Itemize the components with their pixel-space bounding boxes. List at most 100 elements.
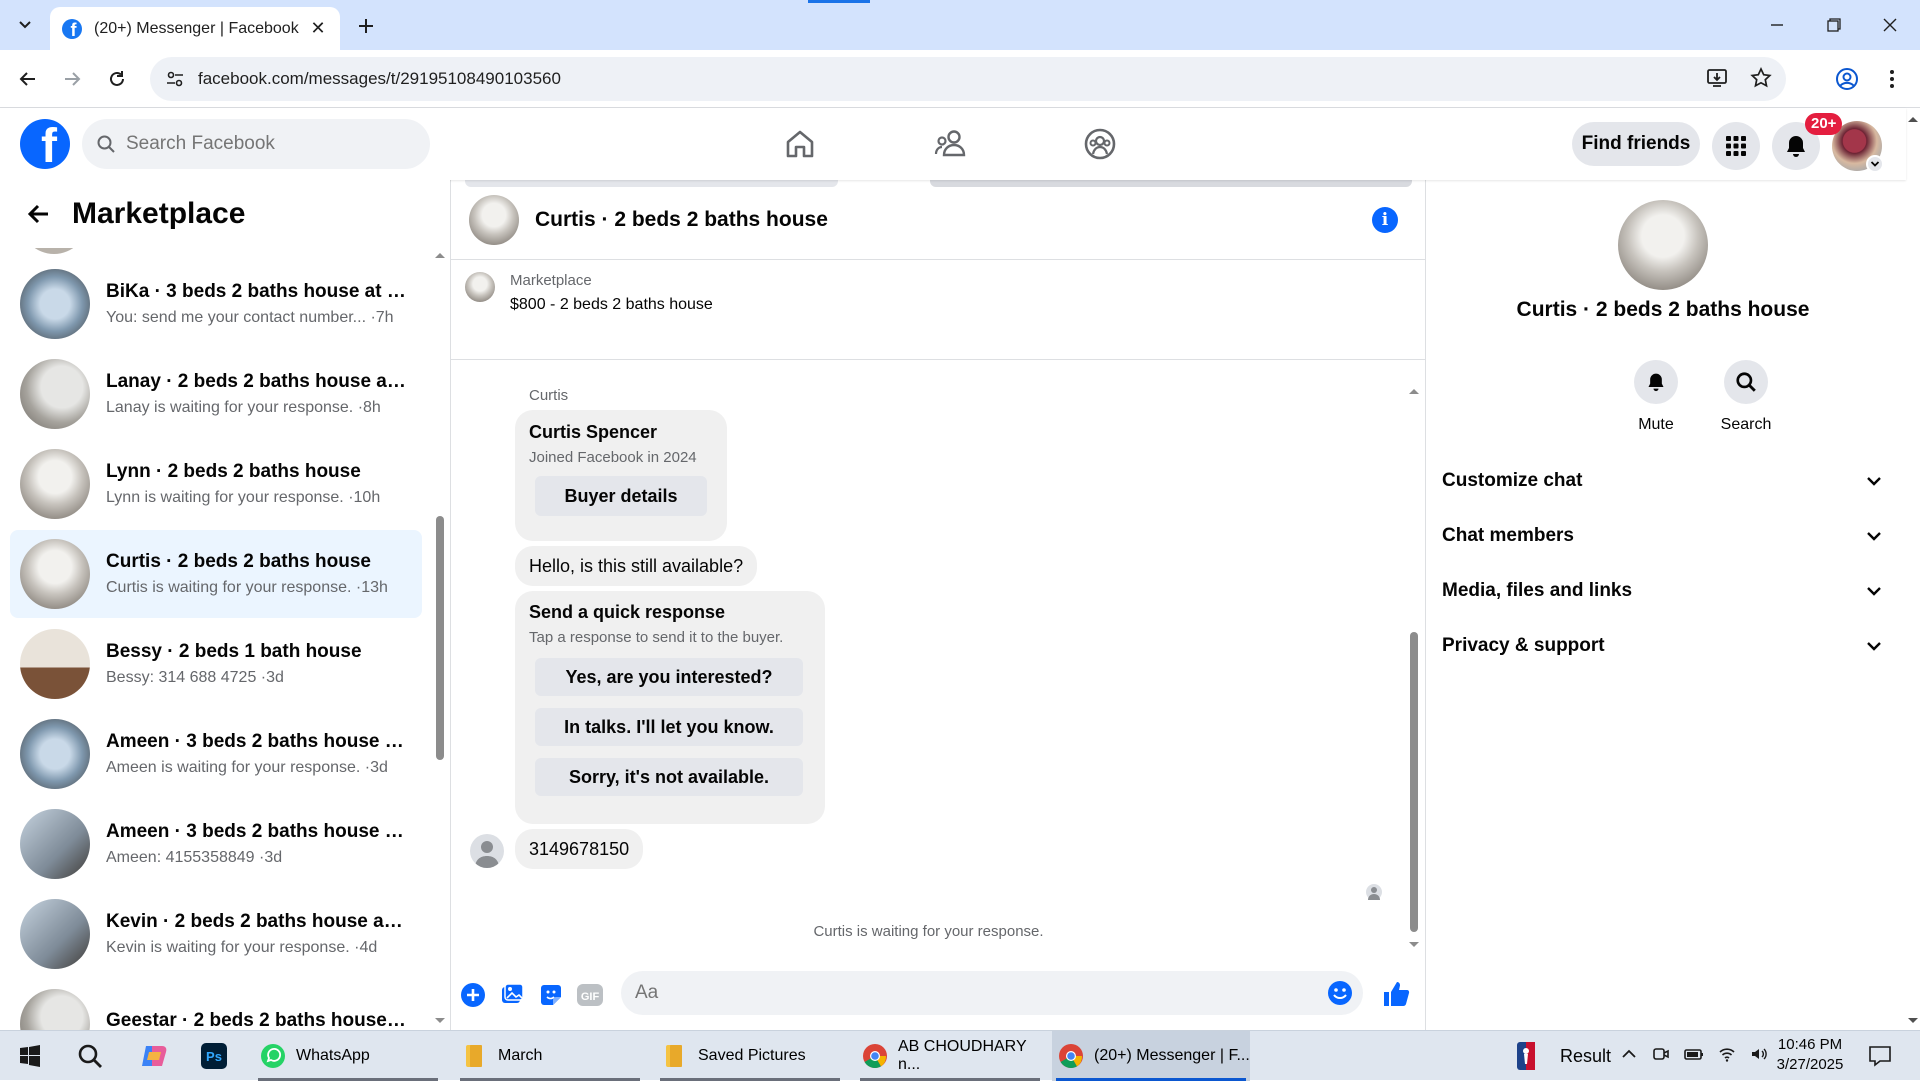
meet-now-icon[interactable] [1652,1045,1670,1063]
conversation-item[interactable]: Geestar · 2 beds 2 baths house a... [10,980,422,1030]
conversation-item[interactable]: Bessy · 2 beds 1 bath house Bessy: 314 68… [10,620,422,708]
widget-label: Result [1560,1045,1612,1066]
wifi-icon[interactable] [1718,1045,1736,1063]
quick-response-subtitle: Tap a response to send it to the buyer. [529,629,784,646]
inbox-title: Marketplace [72,197,246,230]
section-media-files[interactable]: Media, files and links [1442,571,1882,611]
section-chat-members[interactable]: Chat members [1442,516,1882,556]
quick-response-button[interactable]: Yes, are you interested? [535,658,803,696]
close-window-button[interactable] [1860,0,1920,50]
info-icon[interactable]: i [1372,206,1398,233]
browser-menu-button[interactable] [1880,63,1904,95]
conversation-item[interactable]: Lanay · 2 beds 2 baths house at ... Lanay… [10,350,422,438]
inbox-scroll-thumb[interactable] [436,516,444,760]
tab-search-button[interactable] [8,9,42,41]
taskbar-sports-widget[interactable]: Result [1516,1031,1611,1081]
page-scrollbar[interactable] [1906,108,1920,1030]
search-input[interactable] [126,133,406,155]
photo-icon[interactable] [498,981,526,1009]
message-composer: GIF [451,968,1426,1020]
listing-banner: Marketplace $800 - 2 beds 2 baths house [451,260,1426,360]
emoji-icon[interactable] [1327,980,1353,1006]
notification-center-icon[interactable] [1862,1039,1898,1073]
taskbar-app-whatsapp[interactable]: WhatsApp [254,1031,442,1081]
listing-thumbnail[interactable] [465,272,495,302]
close-tab-icon[interactable]: ✕ [308,18,328,39]
gif-icon[interactable]: GIF [576,981,604,1009]
reload-icon [110,71,124,86]
install-app-icon[interactable] [1706,67,1728,89]
search-icon[interactable] [72,1039,108,1073]
conversation-title: Geestar · 2 beds 2 baths house a... [106,1010,406,1030]
quick-response-button[interactable]: Sorry, it's not available. [535,758,803,796]
arrow-left-icon [19,72,35,86]
sticker-icon[interactable] [537,981,565,1009]
conversation-item[interactable]: Lynn · 2 beds 2 baths house Lynn is waiti… [10,440,422,528]
nav-home[interactable] [780,126,820,162]
bookmark-star-icon[interactable] [1750,67,1772,89]
conversation-title: Kevin · 2 beds 2 baths house at ... [106,911,406,932]
site-settings-icon [167,71,183,87]
nav-groups[interactable] [1080,126,1120,162]
search-action[interactable]: Search [1706,360,1786,434]
facebook-logo[interactable]: f [20,119,70,169]
plus-circle-icon[interactable] [459,981,487,1009]
forward-button[interactable] [56,63,88,95]
conversation-item[interactable]: Kevin · 2 beds 2 baths house at ... Kevin… [10,890,422,978]
bell-icon [1787,136,1805,157]
section-privacy-support[interactable]: Privacy & support [1442,626,1882,666]
windows-start-icon[interactable] [12,1039,48,1073]
conversation-item[interactable]: Ameen · 3 beds 2 baths house a... Ameen: … [10,800,422,888]
conversation-preview: You: send me your contact number... ·7h [106,309,394,326]
quick-response-button[interactable]: In talks. I'll let you know. [535,708,803,746]
message-input-wrapper[interactable] [621,971,1363,1015]
chevron-up-icon[interactable] [1620,1045,1638,1063]
browser-profile-button[interactable] [1831,63,1863,95]
chat-info-name: Curtis · 2 beds 2 baths house [1516,298,1810,321]
minimize-button[interactable] [1747,0,1807,50]
conversation-item[interactable]: Ameen · 3 beds 2 baths house a... Ameen i… [10,710,422,798]
listing-thumbnail [20,449,90,519]
back-button[interactable] [12,63,44,95]
nav-friends[interactable] [931,126,971,162]
url-bar[interactable]: facebook.com/messages/t/2919510849010356… [150,57,1786,101]
chat-avatar[interactable] [469,194,519,245]
system-clock[interactable]: 10:46 PM 3/27/2025 [1760,1035,1860,1075]
conversation-item-active[interactable]: Curtis · 2 beds 2 baths house Curtis is w… [10,530,422,618]
restore-button[interactable] [1804,0,1864,50]
taskbar-app-chrome-messenger[interactable]: (20+) Messenger | F... [1052,1031,1250,1081]
taskbar-app-saved-pictures[interactable]: Saved Pictures [656,1031,844,1081]
reload-button[interactable] [101,63,133,95]
taskbar-app-chrome-ab[interactable]: AB CHOUDHARY n... [856,1031,1044,1081]
chat-title[interactable]: Curtis · 2 beds 2 baths house [535,208,1372,232]
section-label: Chat members [1442,525,1574,546]
taskbar-app-march-folder[interactable]: March [456,1031,644,1081]
inbox-scrollbar[interactable] [434,248,446,1030]
chevron-down-icon [1867,587,1881,596]
chrome-icon [863,1044,887,1069]
thumbs-up-icon[interactable] [1379,977,1413,1011]
section-customize-chat[interactable]: Customize chat [1442,461,1882,501]
mute-action[interactable]: Mute [1616,360,1696,434]
browser-tab[interactable]: f (20+) Messenger | Facebook ✕ [50,7,340,50]
chat-scrollbar[interactable] [1406,386,1422,950]
account-chevron-icon[interactable] [1866,155,1884,173]
back-arrow-icon[interactable] [24,199,54,229]
scroll-down-icon [1908,1018,1918,1023]
photoshop-icon[interactable]: Ps [196,1039,232,1073]
find-friends-button[interactable]: Find friends [1572,122,1700,166]
scroll-down-icon [1409,942,1419,947]
chevron-down-icon [1867,642,1881,651]
conversation-item[interactable]: BiKa · 3 beds 2 baths house at b... You: … [10,260,422,348]
facebook-search[interactable] [82,119,430,169]
buyer-details-button[interactable]: Buyer details [535,476,707,516]
battery-icon[interactable] [1684,1045,1704,1063]
menu-button[interactable] [1712,122,1760,170]
listing-thumbnail [20,359,90,429]
conversation-title: Curtis · 2 beds 2 baths house [106,551,371,572]
copilot-icon[interactable] [136,1039,172,1073]
new-tab-button[interactable] [350,10,382,42]
listing-price[interactable]: $800 - 2 beds 2 baths house [510,296,713,314]
chat-scroll-thumb[interactable] [1410,632,1418,932]
message-input[interactable] [635,982,1285,1004]
